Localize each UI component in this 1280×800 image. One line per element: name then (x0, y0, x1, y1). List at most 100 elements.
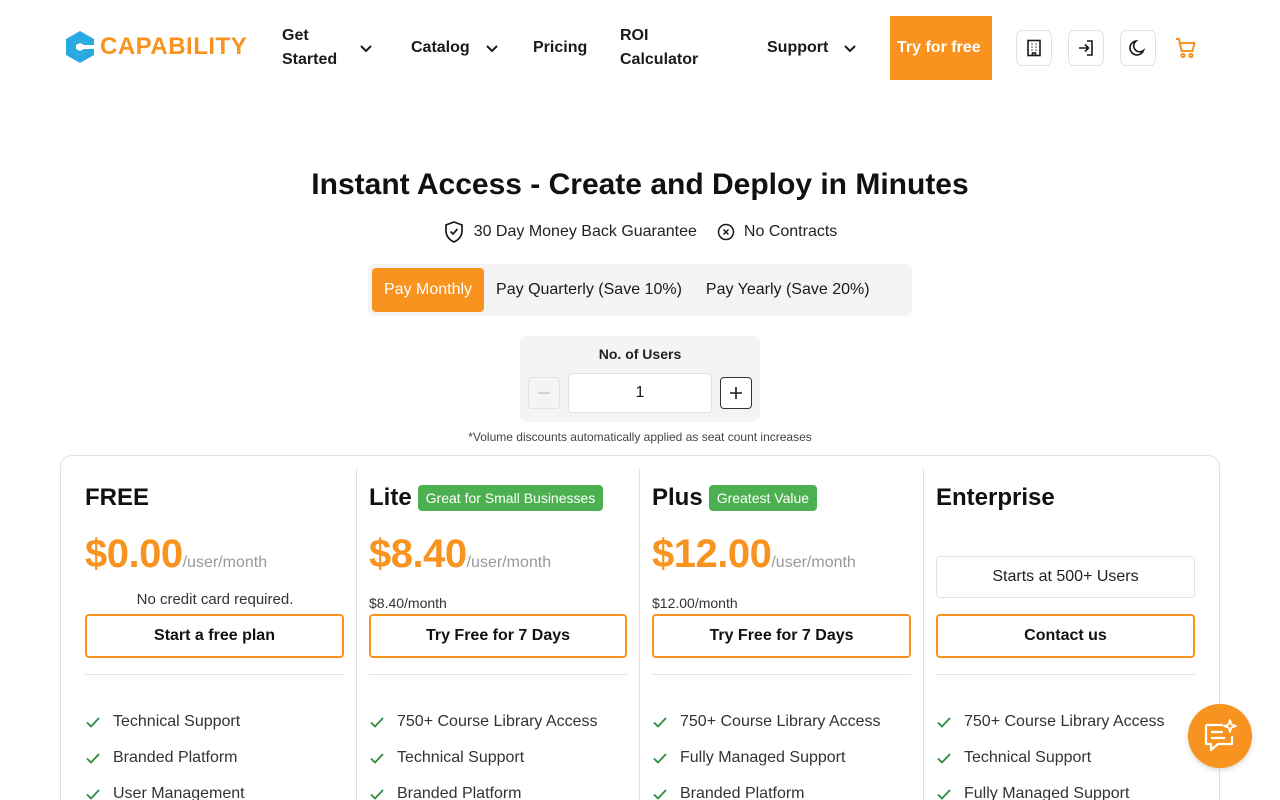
feature-item: Branded Platform (652, 776, 881, 800)
plus-icon (730, 387, 742, 399)
price-unit: /user/month (466, 554, 552, 571)
chevron-down-icon (485, 45, 498, 53)
nav-roi-calculator[interactable]: ROI Calculator (620, 0, 710, 96)
column-divider (356, 468, 357, 800)
nav-pricing-label: Pricing (533, 39, 588, 56)
moon-icon (1129, 39, 1146, 56)
billing-quarterly-option[interactable]: Pay Quarterly (Save 10%) (484, 268, 694, 312)
site-header: CAPABILITY Get Started Catalog Pricing R… (0, 0, 1280, 96)
increment-users-button[interactable] (720, 377, 752, 409)
feature-item: Branded Platform (369, 776, 598, 800)
check-icon (937, 753, 951, 764)
start-free-plan-button[interactable]: Start a free plan (85, 614, 344, 658)
check-icon (86, 717, 100, 728)
check-icon (370, 717, 384, 728)
cart-icon (1176, 38, 1196, 59)
billing-monthly-option[interactable]: Pay Monthly (372, 268, 485, 312)
feature-list: 750+ Course Library Access Fully Managed… (652, 704, 881, 800)
check-icon (86, 753, 100, 764)
building-icon (1027, 39, 1041, 57)
chevron-down-icon (844, 45, 857, 53)
try-free-lite-button[interactable]: Try Free for 7 Days (369, 614, 627, 658)
nav-get-started[interactable]: Get Started (282, 0, 374, 96)
chevron-down-icon (360, 45, 372, 53)
user-count-label: No. of Users (598, 346, 682, 362)
plan-subtext: $8.40/month (369, 595, 447, 611)
plan-name: Lite (369, 484, 412, 511)
nav-support-label: Support (767, 39, 829, 56)
plan-free: FREE $0.00 /user/month No credit card re… (85, 468, 345, 800)
page-title: Instant Access - Create and Deploy in Mi… (311, 168, 969, 201)
plan-plus: Plus Greatest Value $12.00 /user/month $… (652, 468, 911, 800)
plan-name: Plus (652, 484, 703, 511)
plan-name: Enterprise (936, 484, 1055, 511)
plan-header: Lite Great for Small Businesses (369, 482, 604, 514)
nav-get-started-label: Get Started (282, 27, 338, 68)
guarantee-no-contracts: No Contracts (717, 220, 837, 244)
guarantees: 30 Day Money Back Guarantee No Contracts (0, 220, 1280, 244)
guarantee-no-contracts-label: No Contracts (743, 223, 838, 240)
feature-item: Technical Support (85, 704, 245, 740)
plan-subtext: $12.00/month (652, 595, 738, 611)
try-free-plus-button[interactable]: Try Free for 7 Days (652, 614, 911, 658)
plan-lite: Lite Great for Small Businesses $8.40 /u… (369, 468, 627, 800)
chat-sparkle-icon (1204, 719, 1237, 752)
billing-period-toggle: Pay Monthly Pay Quarterly (Save 10%) Pay… (368, 264, 912, 316)
price-value: $12.00 (652, 532, 772, 576)
divider (85, 674, 344, 675)
plan-price: $8.40 /user/month (369, 532, 551, 577)
price-value: $8.40 (369, 532, 467, 576)
sign-in-button[interactable] (1068, 30, 1104, 66)
feature-item: 750+ Course Library Access (652, 704, 881, 740)
nav-support[interactable]: Support (767, 0, 858, 96)
check-icon (370, 753, 384, 764)
price-value: $0.00 (85, 532, 183, 576)
contact-us-button[interactable]: Contact us (936, 614, 1195, 658)
nav-catalog[interactable]: Catalog (411, 0, 500, 96)
feature-item: Fully Managed Support (936, 776, 1165, 800)
pricing-table: FREE $0.00 /user/month No credit card re… (60, 455, 1220, 800)
feature-list: 750+ Course Library Access Technical Sup… (369, 704, 598, 800)
no-contract-icon (717, 223, 735, 241)
feature-item: Fully Managed Support (652, 740, 881, 776)
plan-subtext: No credit card required. (136, 591, 294, 608)
cart-button[interactable] (1168, 30, 1204, 66)
enterprise-seat-minimum: Starts at 500+ Users (936, 556, 1195, 598)
plan-header: Plus Greatest Value (652, 482, 818, 514)
check-icon (937, 789, 951, 800)
shield-check-icon (444, 221, 463, 243)
chat-button[interactable] (1188, 704, 1252, 768)
decrement-users-button[interactable] (528, 377, 560, 409)
divider (652, 674, 911, 675)
check-icon (937, 717, 951, 728)
plan-header: Enterprise (936, 482, 1055, 514)
logo[interactable]: CAPABILITY (62, 29, 247, 65)
organization-button[interactable] (1016, 30, 1052, 66)
check-icon (86, 789, 100, 800)
sign-in-icon (1079, 40, 1093, 56)
plan-badge: Greatest Value (708, 485, 818, 511)
feature-list: Technical Support Branded Platform User … (85, 704, 245, 800)
guarantee-money-back-label: 30 Day Money Back Guarantee (473, 223, 697, 240)
dark-mode-toggle[interactable] (1120, 30, 1156, 66)
column-divider (639, 468, 640, 800)
nav-pricing[interactable]: Pricing (533, 0, 587, 96)
check-icon (653, 753, 667, 764)
feature-item: Branded Platform (85, 740, 245, 776)
user-count-stepper: No. of Users (520, 336, 760, 422)
feature-item: 750+ Course Library Access (369, 704, 598, 740)
check-icon (653, 717, 667, 728)
plan-name: FREE (85, 484, 150, 511)
volume-discount-note: *Volume discounts automatically applied … (468, 430, 812, 444)
try-for-free-button[interactable]: Try for free (890, 16, 992, 80)
plan-price: $0.00 /user/month (85, 532, 267, 577)
column-divider (923, 468, 924, 800)
logo-text: CAPABILITY (100, 33, 248, 60)
feature-list: 750+ Course Library Access Technical Sup… (936, 704, 1165, 800)
price-unit: /user/month (771, 554, 856, 571)
user-count-input[interactable] (568, 373, 712, 413)
billing-yearly-option[interactable]: Pay Yearly (Save 20%) (694, 268, 882, 312)
plan-header: FREE (85, 482, 149, 514)
divider (369, 674, 627, 675)
guarantee-money-back: 30 Day Money Back Guarantee (443, 220, 697, 244)
